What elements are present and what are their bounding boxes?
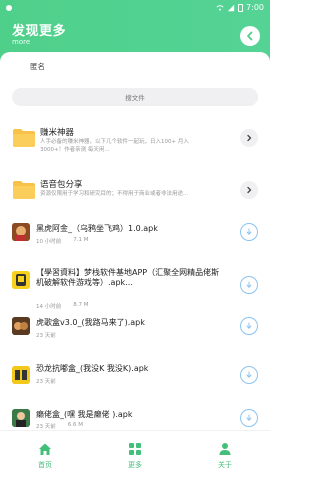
app-icon [12,317,30,335]
app-icon [12,271,30,289]
notification-dot-icon [6,5,12,11]
download-icon [246,371,252,378]
folder-item[interactable]: 赚米神器 人手必备的赚米神器，以下几个软件一起玩，日入100+ 月入3000+！… [0,120,270,170]
file-title: 恐龙抗嘟盒_(我没K 我没K).apk [36,364,149,373]
file-age: 23 天前 [36,379,56,385]
bottom-nav: 首页 更多 关于 [0,430,270,480]
file-meta: 23 天前 6.6 M [36,422,83,430]
open-folder-button[interactable] [240,181,258,199]
app-icon [12,366,30,384]
download-icon [246,281,252,288]
folder-icon [13,129,35,147]
file-size: 8.7 M [73,302,89,308]
grid-icon [129,442,141,455]
wifi-icon [216,5,224,11]
nav-label: 首页 [38,460,52,469]
page-title: 发现更多 [12,24,67,39]
chevron-left-icon [247,31,253,41]
file-item[interactable]: 黑虎阿金_（乌鸦坐飞鸡）1.0.apk 10 小时前 7.1 M [0,220,270,260]
folder-icon [13,181,35,199]
status-bar: 7:00 [0,2,270,14]
person-icon [219,442,231,455]
open-folder-button[interactable] [240,129,258,147]
file-item[interactable]: 虎歌盒v3.0_(我路马来了).apk 23 天前 [0,314,270,354]
page-subtitle: more [12,38,31,46]
folder-item[interactable]: 语音包分享 资源仅限用于学习和研究目的；不得用于商业或者非法用途... [0,172,270,222]
file-item[interactable]: 恐龙抗嘟盒_(我没K 我没K).apk 23 天前 [0,360,270,400]
battery-icon [238,4,244,12]
file-meta: 10 小时前 7.1 M [36,237,89,245]
file-size: 6.6 M [67,422,83,428]
folder-desc: 人手必备的赚米神器，以下几个软件一起玩，日入100+ 月入3000+！作者亲测 … [40,139,189,153]
folder-title: 赚米神器 [40,128,75,138]
signal-icon [227,4,235,12]
folder-title: 语音包分享 [40,180,83,190]
file-meta: 14 小时前 8.7 M [36,302,89,310]
file-title: 【學習資料】梦栈软件基地APP（汇聚全网精品佬斯机破解软件游戏等）.apk... [36,268,220,287]
file-meta: 23 天前 [36,377,68,385]
nav-label: 更多 [128,460,142,469]
status-icons: 7:00 [216,2,264,14]
content-card: 匿名 搜文件 赚米神器 人手必备的赚米神器，以下几个软件一起玩，日入100+ 月… [0,52,270,430]
file-title: 癞佬盒_(嘿 我是癞佬 ).apk [36,410,133,419]
app-icon [12,223,30,241]
nav-item-about[interactable]: 关于 [180,431,270,480]
file-age: 14 小时前 [36,304,62,310]
download-button[interactable] [240,223,258,241]
download-button[interactable] [240,366,258,384]
file-age: 23 天前 [36,424,56,430]
folder-desc: 资源仅限用于学习和研究目的；不得用于商业或者非法用途... [40,191,189,197]
name-field[interactable]: 匿名 [30,61,45,72]
file-age: 23 天前 [36,333,56,339]
file-size: 7.1 M [73,237,89,243]
app-icon [12,409,30,427]
download-button[interactable] [240,409,258,427]
chevron-right-icon [247,134,252,142]
file-title: 黑虎阿金_（乌鸦坐飞鸡）1.0.apk [36,224,158,233]
nav-item-home[interactable]: 首页 [0,431,90,480]
file-title: 虎歌盒v3.0_(我路马来了).apk [36,318,145,327]
search-input[interactable]: 搜文件 [12,88,258,106]
download-button[interactable] [240,317,258,335]
nav-label: 关于 [218,460,232,469]
download-icon [246,414,252,421]
status-time: 7:00 [246,3,264,12]
file-meta: 23 天前 [36,331,68,339]
download-icon [246,228,252,235]
home-icon [39,443,51,455]
chevron-right-icon [247,186,252,194]
download-icon [246,322,252,329]
file-item[interactable]: 癞佬盒_(嘿 我是癞佬 ).apk 23 天前 6.6 M [0,407,270,430]
download-button[interactable] [240,276,258,294]
back-button[interactable] [240,26,260,46]
search-placeholder: 搜文件 [125,94,145,102]
file-age: 10 小时前 [36,239,62,245]
nav-item-more[interactable]: 更多 [90,431,180,480]
